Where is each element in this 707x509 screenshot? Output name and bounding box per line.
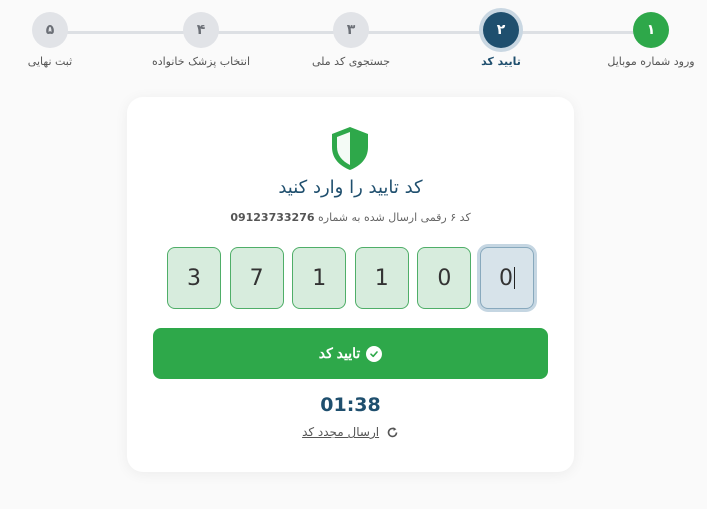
otp-digit-5[interactable]: 7	[229, 247, 284, 309]
shield-icon	[332, 127, 368, 170]
otp-input-group: 3 7 1 1 0 0	[167, 247, 534, 309]
text-caret	[513, 267, 515, 289]
step-family-doctor: ۴ انتخاب پزشک خانواده	[141, 12, 261, 68]
subtitle-text: کد ۶ رقمی ارسال شده به شماره	[318, 211, 471, 224]
step-national-code: ۳ جستجوی کد ملی	[291, 12, 411, 68]
step-number: ۲	[483, 12, 519, 48]
step-label: ورود شماره موبایل	[607, 55, 695, 68]
confirm-code-button[interactable]: تایید کد	[153, 328, 548, 379]
refresh-icon	[387, 427, 398, 438]
step-number: ۵	[32, 12, 68, 48]
page-title: کد تایید را وارد کنید	[278, 177, 423, 198]
step-number: ۱	[633, 12, 669, 48]
phone-number: 09123733276	[230, 211, 315, 224]
verification-card: کد تایید را وارد کنید کد ۶ رقمی ارسال شد…	[127, 97, 574, 472]
confirm-button-label: تایید کد	[318, 345, 361, 361]
step-label: تایید کد	[481, 55, 521, 68]
otp-digit-6[interactable]: 3	[167, 247, 221, 309]
step-final-submit: ۵ ثبت نهایی	[0, 12, 110, 68]
progress-stepper: ۱ ورود شماره موبایل ۲ تایید کد ۳ جستجوی …	[0, 0, 707, 80]
otp-digit-4[interactable]: 1	[292, 247, 347, 309]
resend-code: ارسال مجدد کد	[127, 425, 574, 439]
check-circle-icon	[366, 345, 383, 362]
otp-digit-1[interactable]: 0	[479, 247, 534, 309]
countdown-timer: 01:38	[320, 394, 381, 416]
resend-code-link[interactable]: ارسال مجدد کد	[302, 425, 379, 439]
otp-digit-2[interactable]: 0	[417, 247, 472, 309]
code-sent-message: کد ۶ رقمی ارسال شده به شماره 09123733276	[127, 211, 574, 224]
step-number: ۴	[183, 12, 219, 48]
step-number: ۳	[333, 12, 369, 48]
step-label: ثبت نهایی	[27, 55, 73, 68]
step-label: جستجوی کد ملی	[311, 55, 391, 68]
step-mobile-number: ۱ ورود شماره موبایل	[591, 12, 707, 68]
page: ۱ ورود شماره موبایل ۲ تایید کد ۳ جستجوی …	[0, 0, 707, 509]
step-verify-code: ۲ تایید کد	[441, 12, 561, 68]
otp-digit-3[interactable]: 1	[354, 247, 409, 309]
step-label: انتخاب پزشک خانواده	[151, 55, 251, 68]
